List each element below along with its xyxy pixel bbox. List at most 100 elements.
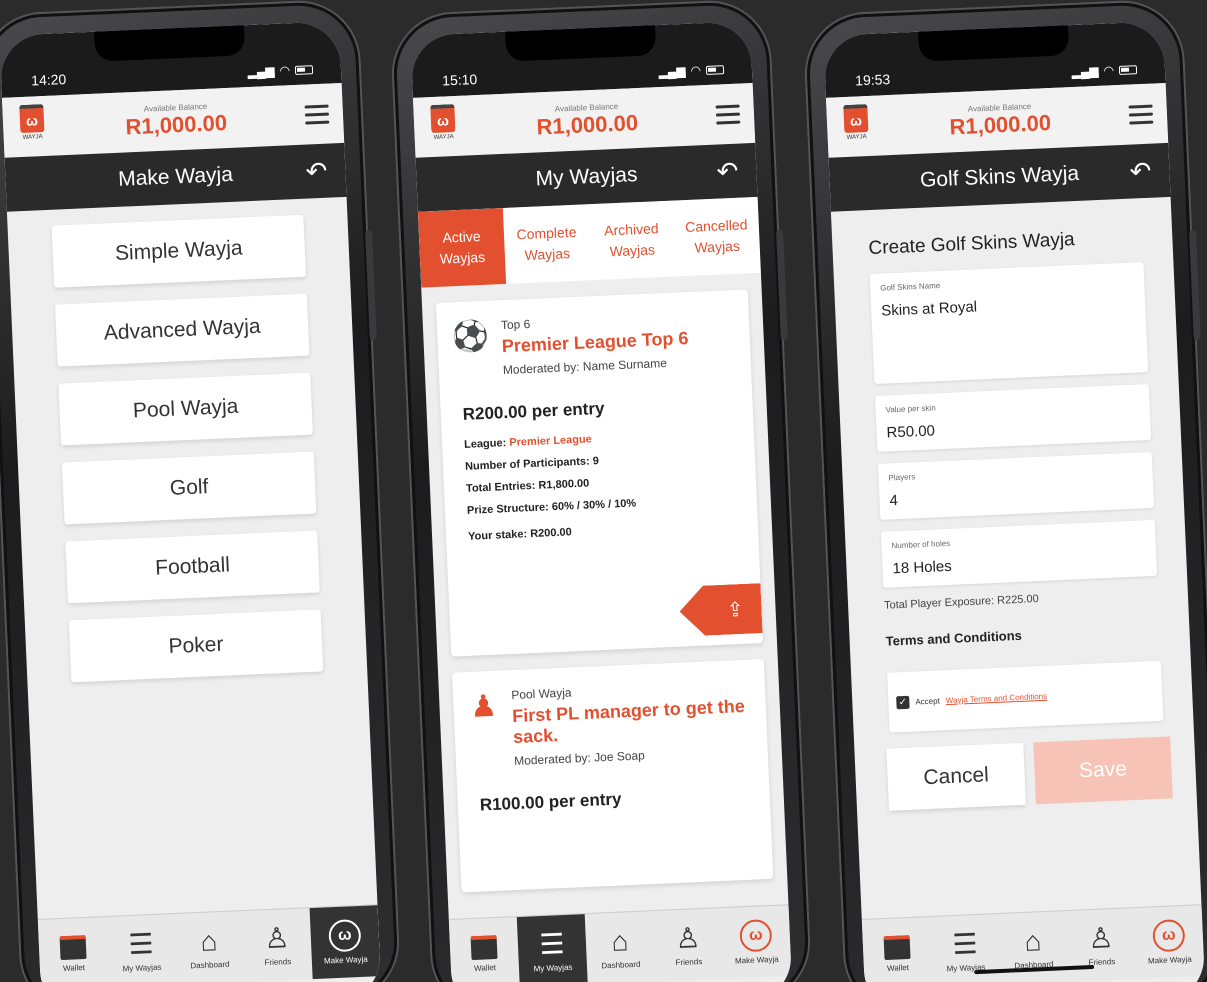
- golf-skins-form: Create Golf Skins Wayja Golf Skins Name …: [831, 197, 1201, 901]
- wallet-icon: [470, 934, 498, 961]
- wayja-card[interactable]: ⚽ Top 6 Premier League Top 6 Moderated b…: [435, 289, 764, 657]
- tab-active[interactable]: Active Wayjas: [417, 207, 507, 288]
- nav-label: Friends: [264, 957, 292, 968]
- stake-detail: Your stake: R200.00: [467, 526, 573, 543]
- nav-dashboard[interactable]: ⌂ Dashboard: [585, 911, 656, 982]
- nav-dashboard[interactable]: ⌂ Dashboard: [174, 911, 245, 982]
- home-icon: ⌂: [1023, 925, 1043, 957]
- tab-cancelled[interactable]: Cancelled Wayjas: [673, 197, 761, 277]
- total-exposure: Total Player Exposure: R225.00: [883, 593, 1039, 612]
- card-moderator: Moderated by: Joe Soap: [513, 748, 646, 769]
- battery-icon: [294, 64, 314, 75]
- entry-price: R200.00 per entry: [462, 398, 605, 424]
- nav-friends[interactable]: ♙ Friends: [1066, 908, 1137, 982]
- hamburger-menu-icon[interactable]: [1128, 104, 1154, 125]
- field-label: Value per skin: [885, 403, 936, 415]
- back-arrow-icon[interactable]: ↶: [305, 156, 328, 188]
- hamburger-menu-icon[interactable]: [715, 104, 741, 125]
- battery-icon: [705, 64, 725, 75]
- wayja-logo-icon: ω: [430, 104, 456, 134]
- nav-make-wayja[interactable]: ω Make Wayja: [721, 905, 792, 979]
- screen-make-wayja: 14:20 ▂▄▆ ◠ ω WAYJA Available Balance R1…: [0, 21, 382, 982]
- nav-label: My Wayjas: [122, 962, 162, 974]
- system-icons: ▂▄▆ ◠: [247, 62, 314, 80]
- nav-label: Dashboard: [190, 959, 230, 971]
- nav-wallet[interactable]: Wallet: [38, 917, 109, 982]
- bottom-nav: Wallet ☰ My Wayjas ⌂ Dashboard ♙ Friends…: [448, 904, 792, 982]
- nav-friends[interactable]: ♙ Friends: [242, 908, 313, 982]
- tab-complete[interactable]: Complete Wayjas: [503, 204, 591, 284]
- entry-price: R100.00 per entry: [479, 789, 622, 815]
- share-icon[interactable]: ⇪: [679, 583, 763, 637]
- card-header: ♟ Pool Wayja First PL manager to get the…: [467, 678, 754, 770]
- wayja-status-tabs: Active Wayjas Complete Wayjas Archived W…: [417, 196, 761, 288]
- wayja-logo[interactable]: ω WAYJA: [427, 104, 459, 149]
- participants-detail: Number of Participants: 9: [464, 455, 600, 473]
- players-field[interactable]: Players 4: [877, 451, 1155, 520]
- wayja-icon: ω: [1152, 918, 1186, 953]
- make-wayja-content: Simple Wayja Advanced Wayja Pool Wayja G…: [7, 197, 377, 901]
- wayja-logo[interactable]: ω WAYJA: [840, 104, 872, 149]
- hamburger-menu-icon[interactable]: [304, 104, 330, 125]
- system-icons: ▂▄▆ ◠: [658, 62, 725, 79]
- list-icon: ☰: [127, 928, 155, 961]
- simple-wayja-button[interactable]: Simple Wayja: [51, 214, 307, 288]
- advanced-wayja-button[interactable]: Advanced Wayja: [55, 293, 310, 367]
- pool-wayja-button[interactable]: Pool Wayja: [58, 372, 313, 446]
- skins-name-field[interactable]: Golf Skins Name Skins at Royal: [869, 262, 1149, 384]
- football-icon: ⚽: [451, 319, 490, 355]
- list-icon: ☰: [538, 928, 566, 961]
- wifi-icon: ◠: [690, 63, 702, 78]
- terms-heading: Terms and Conditions: [885, 627, 1023, 649]
- total-entries-detail: Total Entries: R1,800.00: [465, 477, 590, 495]
- wayja-type-list: Simple Wayja Advanced Wayja Pool Wayja G…: [7, 197, 368, 700]
- my-wayjas-content: Active Wayjas Complete Wayjas Archived W…: [417, 196, 788, 901]
- tab-archived[interactable]: Archived Wayjas: [588, 201, 676, 281]
- person-icon: ♙: [674, 922, 702, 955]
- accept-checkbox[interactable]: ✓: [896, 695, 910, 709]
- field-label: Golf Skins Name: [880, 281, 941, 293]
- nav-label: Make Wayja: [1147, 954, 1192, 966]
- screen-golf-skins: 19:53 ▂▄▆ ◠ ω WAYJA Available Balance R1…: [823, 21, 1206, 982]
- golf-button[interactable]: Golf: [61, 451, 317, 525]
- signal-icon: ▂▄▆: [247, 63, 275, 80]
- wayja-logo-icon: ω: [843, 104, 869, 134]
- back-arrow-icon[interactable]: ↶: [716, 156, 739, 188]
- wayja-card[interactable]: ♟ Pool Wayja First PL manager to get the…: [452, 659, 774, 893]
- wayja-logo-icon: ω: [19, 104, 45, 134]
- person-icon: ♙: [263, 922, 291, 955]
- nav-label: Make Wayja: [323, 954, 368, 966]
- nav-wallet[interactable]: Wallet: [449, 917, 520, 982]
- terms-link[interactable]: Wayja Terms and Conditions: [946, 691, 1048, 704]
- value-per-skin-field[interactable]: Value per skin R50.00: [874, 384, 1152, 452]
- field-value: Skins at Royal: [880, 298, 978, 320]
- wayja-icon: ω: [328, 918, 362, 953]
- status-time: 19:53: [854, 70, 891, 89]
- poker-button[interactable]: Poker: [68, 609, 324, 683]
- page-title: Make Wayja: [117, 162, 234, 191]
- wifi-icon: ◠: [279, 63, 291, 78]
- nav-make-wayja[interactable]: ω Make Wayja: [1134, 905, 1205, 979]
- holes-field[interactable]: Number of holes 18 Holes: [880, 519, 1158, 588]
- person-icon: ♙: [1087, 922, 1115, 955]
- home-icon: ⌂: [610, 925, 630, 957]
- list-icon: ☰: [951, 928, 979, 961]
- save-button[interactable]: Save: [1033, 736, 1173, 805]
- page-title: My Wayjas: [535, 163, 638, 191]
- wayja-logo[interactable]: ω WAYJA: [16, 104, 48, 149]
- nav-my-wayjas[interactable]: ☰ My Wayjas: [106, 914, 177, 982]
- nav-friends[interactable]: ♙ Friends: [653, 908, 724, 982]
- nav-label: Wallet: [473, 963, 497, 973]
- field-label: Players: [888, 472, 916, 483]
- nav-label: Wallet: [886, 963, 910, 973]
- nav-label: Dashboard: [601, 959, 641, 971]
- nav-my-wayjas[interactable]: ☰ My Wayjas: [516, 914, 588, 982]
- cancel-button[interactable]: Cancel: [886, 742, 1026, 811]
- nav-make-wayja[interactable]: ω Make Wayja: [309, 905, 381, 980]
- form-buttons: Cancel Save: [886, 736, 1173, 811]
- nav-wallet[interactable]: Wallet: [862, 917, 933, 982]
- football-button[interactable]: Football: [65, 530, 320, 604]
- status-time: 15:10: [441, 70, 478, 89]
- back-arrow-icon[interactable]: ↶: [1129, 156, 1152, 188]
- screen-my-wayjas: 15:10 ▂▄▆ ◠ ω WAYJA Available Balance R1…: [410, 21, 793, 982]
